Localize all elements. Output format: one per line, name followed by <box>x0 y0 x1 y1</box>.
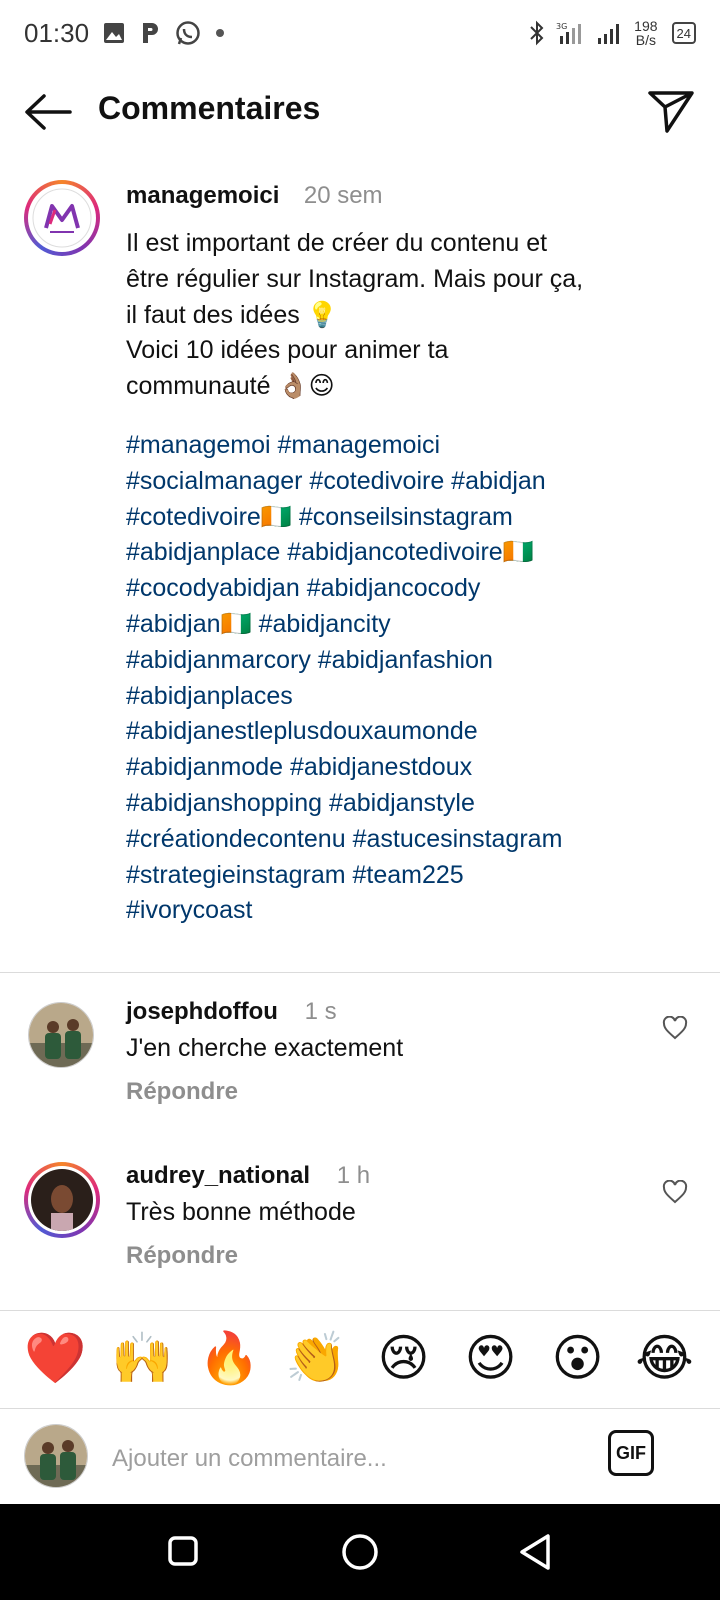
text-line: Il est important de créer du contenu et <box>126 229 548 257</box>
gif-button[interactable]: GIF <box>608 1430 654 1476</box>
hashtag-line[interactable]: #abidjanplaces <box>126 679 706 715</box>
hashtag-line[interactable]: #ivorycoast <box>126 893 706 929</box>
emoji-laughing-button[interactable]: 😂 <box>633 1328 697 1388</box>
hashtag-line[interactable]: #managemoi #managemoici <box>126 428 706 464</box>
text-line: être régulier sur Instagram. Mais pour ç… <box>126 264 584 293</box>
like-heart-icon[interactable] <box>662 1179 688 1204</box>
comment-composer: GIF <box>0 1408 720 1506</box>
hashtag-line[interactable]: #abidjanestleplusdouxaumonde <box>126 714 706 750</box>
whatsapp-icon <box>175 20 201 46</box>
hashtag-line[interactable]: #créationdecontenu #astucesinstagram <box>126 822 706 858</box>
signal-3g-icon: 3G <box>556 20 586 46</box>
hashtag-line[interactable]: #abidjanplace #abidjancotedivoire🇨🇮 <box>126 535 706 571</box>
commenter-avatar[interactable] <box>28 1002 94 1068</box>
system-navigation-bar <box>0 1504 720 1600</box>
back-arrow-icon[interactable] <box>22 92 74 132</box>
divider <box>0 972 720 973</box>
profile-photo-icon <box>29 1003 93 1067</box>
top-bar: Commentaires <box>0 76 720 148</box>
emoji-raised-hands-button[interactable]: 🙌 <box>111 1328 175 1388</box>
hashtag-line[interactable]: #abidjanshopping #abidjanstyle <box>126 786 706 822</box>
post-time: 20 sem <box>303 182 383 209</box>
text-line: communauté 👌🏽😊 <box>126 372 335 401</box>
comment-time: 1 h <box>336 1162 371 1189</box>
gallery-icon <box>103 22 125 44</box>
send-icon[interactable] <box>646 88 696 134</box>
net-speed: 198 B/s <box>634 18 658 48</box>
emoji-heart-eyes-button[interactable]: 😍 <box>459 1328 523 1388</box>
back-nav-icon[interactable] <box>516 1532 556 1572</box>
hashtag-line[interactable]: #cocodyabidjan #abidjancocody <box>126 571 706 607</box>
svg-text:3G: 3G <box>556 22 567 31</box>
emoji-heart-button[interactable]: ❤️ <box>24 1328 88 1388</box>
profile-photo-icon <box>25 1425 87 1487</box>
emoji-crying-button[interactable]: 😢 <box>372 1328 436 1388</box>
post-author-username[interactable]: managemoici <box>126 182 279 209</box>
emoji-clap-button[interactable]: 👏 <box>285 1328 349 1388</box>
own-avatar[interactable] <box>24 1424 88 1488</box>
commenter-username[interactable]: josephdoffou <box>126 998 278 1025</box>
post-text: Il est important de créer du contenu et … <box>126 226 706 405</box>
battery-level: 24 <box>676 25 691 41</box>
signal-icon <box>596 21 624 45</box>
hashtag-line[interactable]: #strategieinstagram #team225 <box>126 858 706 894</box>
page-title: Commentaires <box>98 90 321 126</box>
hashtag-line[interactable]: #abidjan🇨🇮 #abidjancity <box>126 607 706 643</box>
home-icon[interactable] <box>340 1532 380 1572</box>
notification-dot-icon <box>215 28 225 38</box>
commenter-username[interactable]: audrey_national <box>126 1162 310 1189</box>
status-bar: 01:30 3G 198 B/s 24 <box>0 0 720 66</box>
post-author-avatar[interactable] <box>24 180 100 256</box>
comment-time: 1 s <box>304 998 337 1025</box>
hashtags: #managemoi #managemoici #socialmanager #… <box>126 428 706 929</box>
text-line: il faut des idées 💡 <box>126 300 338 329</box>
brand-logo-icon <box>32 188 92 248</box>
recent-apps-icon[interactable] <box>166 1534 200 1568</box>
bluetooth-icon <box>528 20 546 46</box>
emoji-reaction-bar: ❤️ 🙌 🔥 👏 😢 😍 😮 😂 <box>0 1310 720 1406</box>
reply-button[interactable]: Répondre <box>126 1242 238 1270</box>
hashtag-line[interactable]: #socialmanager #cotedivoire #abidjan <box>126 464 706 500</box>
battery-icon: 24 <box>671 22 696 44</box>
commenter-avatar[interactable] <box>24 1162 100 1238</box>
profile-photo-icon <box>31 1169 93 1231</box>
comment-text: J'en cherche exactement <box>126 1034 404 1062</box>
emoji-surprised-button[interactable]: 😮 <box>546 1328 610 1388</box>
hashtag-line[interactable]: #cotedivoire🇨🇮 #conseilsinstagram <box>126 500 706 536</box>
text-line: Voici 10 idées pour animer ta <box>126 336 449 365</box>
reply-button[interactable]: Répondre <box>126 1078 238 1106</box>
like-heart-icon[interactable] <box>662 1015 688 1040</box>
comment-text: Très bonne méthode <box>126 1198 356 1226</box>
hashtag-line[interactable]: #abidjanmarcory #abidjanfashion <box>126 643 706 679</box>
comment-input[interactable] <box>110 1438 574 1480</box>
hashtag-line[interactable]: #abidjanmode #abidjanestdoux <box>126 750 706 786</box>
parking-icon <box>139 21 161 45</box>
status-time: 01:30 <box>24 17 90 48</box>
emoji-fire-button[interactable]: 🔥 <box>198 1328 262 1388</box>
